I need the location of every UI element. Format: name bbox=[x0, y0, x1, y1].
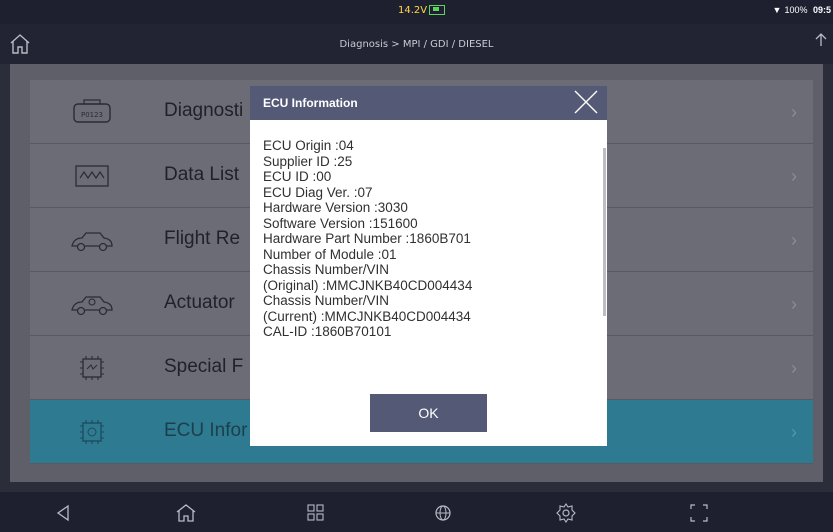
battery-icon bbox=[429, 5, 446, 15]
number-of-module-line: Number of Module :01 bbox=[263, 246, 397, 262]
chevron-right-icon: › bbox=[791, 422, 797, 442]
chevron-right-icon: › bbox=[791, 230, 797, 250]
menu-item-label: Data List bbox=[164, 164, 239, 185]
chevron-right-icon: › bbox=[791, 294, 797, 314]
vin-original-value: (Original) :MMCJNKB40CD004434 bbox=[263, 277, 473, 293]
clock: 09:5 bbox=[812, 5, 831, 15]
menu-item-label: Diagnosti bbox=[164, 100, 244, 121]
export-icon[interactable] bbox=[813, 32, 829, 52]
home-icon[interactable] bbox=[175, 502, 197, 524]
vin-current-value: (Current) :MMCJNKB40CD004434 bbox=[263, 308, 471, 324]
ecu-origin-line: ECU Origin :04 bbox=[263, 138, 354, 153]
breadcrumb: Diagnosis > MPI / GDI / DIESEL bbox=[339, 39, 494, 50]
apps-icon[interactable] bbox=[305, 502, 327, 524]
dialog-scrollbar[interactable] bbox=[603, 148, 606, 316]
settings-icon[interactable] bbox=[555, 502, 577, 524]
status-bar: 14.2V ▼ 100% 09:5 bbox=[0, 0, 833, 24]
menu-item-label: Special F bbox=[164, 356, 244, 377]
dialog-title: ECU Information bbox=[263, 96, 358, 110]
car-actuator-icon bbox=[71, 296, 113, 316]
dialog-header: ECU Information bbox=[250, 86, 607, 120]
navigation-bar bbox=[0, 492, 833, 532]
title-bar: Diagnosis > MPI / GDI / DIESEL bbox=[0, 24, 833, 64]
chip-icon bbox=[80, 420, 104, 444]
menu-item-label: ECU Infor bbox=[164, 420, 248, 441]
supplier-id-line: Supplier ID :25 bbox=[263, 153, 353, 169]
voltage-indicator: 14.2V bbox=[398, 5, 446, 16]
waveform-icon bbox=[75, 165, 109, 187]
dialog-body: ECU Origin :04 Supplier ID :25 ECU ID :0… bbox=[263, 138, 583, 340]
menu-item-label: Actuator bbox=[164, 292, 235, 313]
dtc-code-icon: P0123 bbox=[73, 99, 111, 123]
hardware-part-number-line: Hardware Part Number :1860B701 bbox=[263, 231, 471, 246]
ok-button[interactable]: OK bbox=[370, 394, 487, 432]
svg-text:P0123: P0123 bbox=[81, 111, 103, 119]
back-icon[interactable] bbox=[53, 502, 75, 524]
ecu-information-dialog: ECU Information ECU Origin :04 Supplier … bbox=[250, 86, 607, 446]
hardware-version-line: Hardware Version :3030 bbox=[263, 200, 408, 215]
vin-current-heading: Chassis Number/VIN bbox=[263, 293, 390, 308]
vin-original-heading: Chassis Number/VIN bbox=[263, 262, 390, 277]
chip-icon bbox=[80, 356, 104, 380]
globe-icon[interactable] bbox=[432, 502, 454, 524]
screenshot-icon[interactable] bbox=[688, 502, 710, 524]
car-icon bbox=[71, 232, 113, 252]
ecu-id-line: ECU ID :00 bbox=[263, 169, 332, 184]
chevron-right-icon: › bbox=[791, 166, 797, 186]
wifi-icon: ▼ bbox=[772, 5, 782, 15]
voltage-value: 14.2V bbox=[398, 5, 428, 16]
system-info: ▼ 100% 09:5 bbox=[773, 5, 831, 15]
chevron-right-icon: › bbox=[791, 358, 797, 378]
chevron-right-icon: › bbox=[791, 102, 797, 122]
ecu-diag-version-line: ECU Diag Ver. :07 bbox=[263, 184, 373, 200]
menu-item-label: Flight Re bbox=[164, 228, 241, 249]
software-version-line: Software Version :151600 bbox=[263, 215, 418, 231]
battery-level: 100% bbox=[784, 5, 808, 15]
close-icon[interactable] bbox=[573, 89, 599, 115]
cal-id-line: CAL-ID :1860B70101 bbox=[263, 324, 392, 339]
